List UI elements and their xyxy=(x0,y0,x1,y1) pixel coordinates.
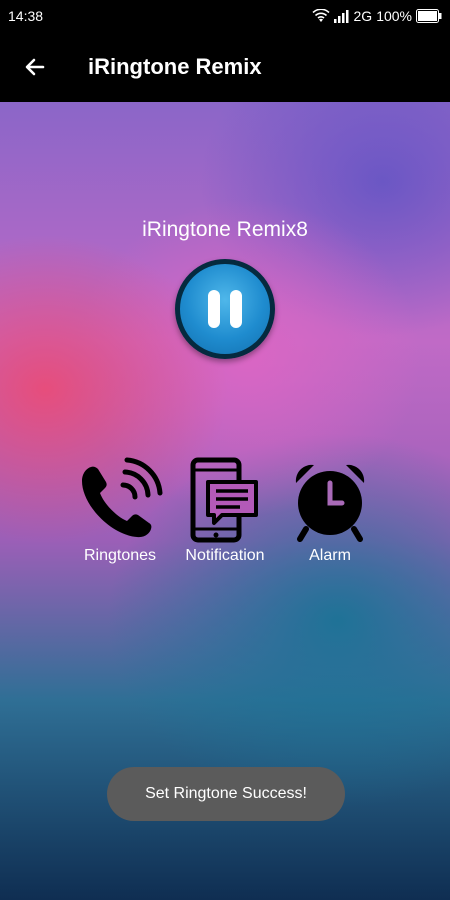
alarm-label: Alarm xyxy=(309,547,351,564)
app-title: iRingtone Remix xyxy=(88,54,262,79)
notification-option[interactable]: Notification xyxy=(165,455,285,565)
pause-button[interactable] xyxy=(175,259,275,359)
signal-icon xyxy=(333,10,348,23)
status-time: 14:38 xyxy=(8,8,44,24)
app-bar: iRingtone Remix xyxy=(0,32,450,102)
alarm-option[interactable]: Alarm xyxy=(270,455,390,565)
pause-icon xyxy=(208,290,242,328)
status-bar: 14:38 2G 100% xyxy=(0,0,450,32)
back-arrow-icon xyxy=(25,58,45,76)
ringtones-option[interactable]: Ringtones xyxy=(60,455,180,565)
phone-ringing-icon xyxy=(82,457,163,538)
alarm-clock-icon xyxy=(295,464,365,542)
toast-message: Set Ringtone Success! xyxy=(107,767,345,821)
back-button[interactable] xyxy=(0,32,70,102)
ringtones-label: Ringtones xyxy=(83,547,157,564)
battery-icon xyxy=(416,9,442,23)
phone-message-icon xyxy=(190,457,258,543)
wifi-icon xyxy=(311,9,330,22)
status-indicators: 2G 100% xyxy=(311,8,443,24)
notification-label: Notification xyxy=(185,547,265,564)
battery-percent: 100% xyxy=(376,8,412,24)
track-title: iRingtone Remix8 xyxy=(142,218,308,241)
network-type: 2G xyxy=(353,8,373,24)
